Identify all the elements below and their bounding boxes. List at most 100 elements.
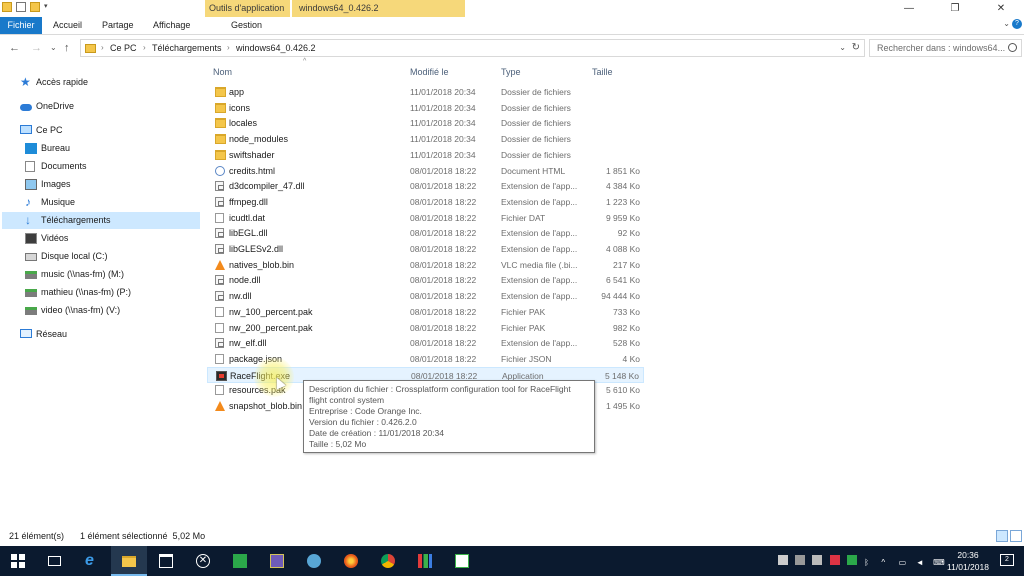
- file-row[interactable]: icudtl.dat 08/01/2018 18:22 Fichier DAT 9 9…: [207, 210, 644, 226]
- file-size: 5 148 Ko: [604, 370, 639, 381]
- volume-icon[interactable]: ◄: [916, 558, 926, 567]
- chevron-right-icon[interactable]: ›: [143, 40, 146, 56]
- file-row[interactable]: credits.html 08/01/2018 18:22 Document HTM…: [207, 163, 644, 179]
- file-row[interactable]: icons 11/01/2018 20:34 Dossier de fichiers: [207, 100, 644, 116]
- file-row[interactable]: libGLESv2.dll 08/01/2018 18:22 Extension d…: [207, 241, 644, 257]
- file-date: 08/01/2018 18:22: [410, 306, 477, 317]
- xbox-button[interactable]: ✕: [185, 546, 221, 576]
- file-row[interactable]: nw_elf.dll 08/01/2018 18:22 Extension de l…: [207, 335, 644, 351]
- firefox-button[interactable]: [333, 546, 369, 576]
- tab-partage[interactable]: Partage: [102, 17, 134, 34]
- maximize-button[interactable]: ❐: [932, 0, 978, 17]
- search-input[interactable]: Rechercher dans : windows64...: [869, 39, 1022, 57]
- column-header-size[interactable]: Taille: [592, 64, 613, 80]
- desktop-icon: [25, 143, 37, 154]
- tab-affichage[interactable]: Affichage: [153, 17, 190, 34]
- new-folder-icon[interactable]: [30, 2, 40, 12]
- tab-fichier[interactable]: Fichier: [0, 17, 42, 34]
- file-row[interactable]: nw.dll 08/01/2018 18:22 Extension de l'app…: [207, 288, 644, 304]
- vlc-icon: [215, 401, 225, 411]
- app-green-button[interactable]: [222, 546, 258, 576]
- app-tool-button[interactable]: [259, 546, 295, 576]
- close-button[interactable]: ✕: [978, 0, 1024, 17]
- tray-app-icon[interactable]: [812, 555, 823, 565]
- refresh-icon[interactable]: ↻: [852, 40, 860, 56]
- details-view-icon[interactable]: [996, 530, 1008, 542]
- file-row[interactable]: node.dll 08/01/2018 18:22 Extension de l'a…: [207, 272, 644, 288]
- clock[interactable]: 20:36 11/01/2018: [944, 549, 992, 573]
- file-row[interactable]: package.json 08/01/2018 18:22 Fichier JSON…: [207, 351, 644, 367]
- large-icons-view-icon[interactable]: [1010, 530, 1022, 542]
- store-button[interactable]: [148, 546, 184, 576]
- file-row[interactable]: d3dcompiler_47.dll 08/01/2018 18:22 Extens…: [207, 178, 644, 194]
- forward-arrow-icon[interactable]: →: [31, 38, 42, 58]
- keyboard-icon[interactable]: ⌨: [933, 558, 945, 567]
- file-row[interactable]: node_modules 11/01/2018 20:34 Dossier de f…: [207, 131, 644, 147]
- column-header-name[interactable]: Nom: [213, 64, 232, 80]
- tray-app-icon[interactable]: [778, 555, 788, 565]
- file-row[interactable]: ffmpeg.dll 08/01/2018 18:22 Extension de l…: [207, 194, 644, 210]
- app-globe-button[interactable]: [296, 546, 332, 576]
- nav-telechargements[interactable]: ↓ Téléchargements: [2, 212, 200, 229]
- file-explorer-button[interactable]: [111, 546, 147, 576]
- tab-accueil[interactable]: Accueil: [53, 17, 82, 34]
- recent-locations-icon[interactable]: ⌄: [50, 38, 57, 58]
- breadcrumb-telechargements[interactable]: Téléchargements: [152, 40, 222, 56]
- address-field[interactable]: › Ce PC › Téléchargements › windows64_0.…: [80, 39, 865, 57]
- app-chart-button[interactable]: [444, 546, 480, 576]
- file-row[interactable]: locales 11/01/2018 20:34 Dossier de fichie…: [207, 115, 644, 131]
- column-header-type[interactable]: Type: [501, 64, 521, 80]
- bluetooth-icon[interactable]: ᛒ: [864, 558, 874, 567]
- chevron-right-icon[interactable]: ›: [101, 40, 104, 56]
- file-size: 528 Ko: [613, 338, 640, 349]
- file-row[interactable]: libEGL.dll 08/01/2018 18:22 Extension de l…: [207, 225, 644, 241]
- file-name: nw_200_percent.pak: [229, 322, 313, 333]
- help-icon[interactable]: ?: [1012, 19, 1022, 29]
- edge-button[interactable]: e: [74, 546, 110, 576]
- xbox-icon: ✕: [196, 554, 210, 568]
- file-date: 08/01/2018 18:22: [410, 244, 477, 254]
- file-icon: [215, 212, 224, 223]
- nav-label: Téléchargements: [41, 215, 111, 225]
- breadcrumb-ce-pc[interactable]: Ce PC: [110, 40, 137, 56]
- network-icon[interactable]: ▭: [899, 558, 909, 567]
- column-header-modified[interactable]: Modifié le: [410, 64, 449, 80]
- tab-gestion[interactable]: Gestion: [231, 17, 262, 34]
- pictures-icon: [25, 179, 37, 190]
- file-row[interactable]: swiftshader 11/01/2018 20:34 Dossier de fi…: [207, 147, 644, 163]
- customize-toolbar-icon[interactable]: ▾: [44, 2, 52, 12]
- file-name: natives_blob.bin: [229, 259, 295, 270]
- chrome-button[interactable]: [370, 546, 406, 576]
- chevron-right-icon[interactable]: ›: [227, 40, 230, 56]
- expand-ribbon-icon[interactable]: ⌄: [1003, 19, 1010, 28]
- chevron-down-icon[interactable]: ⌄: [839, 40, 846, 56]
- back-arrow-icon[interactable]: ←: [9, 38, 20, 58]
- breadcrumb-current-folder[interactable]: windows64_0.426.2: [236, 40, 316, 56]
- file-row[interactable]: app 11/01/2018 20:34 Dossier de fichiers: [207, 84, 644, 100]
- notification-center-icon[interactable]: 2: [1000, 554, 1014, 566]
- tray-app-icon[interactable]: [846, 555, 857, 565]
- properties-icon[interactable]: [16, 2, 26, 12]
- nav-label: Bureau: [41, 143, 71, 153]
- context-tab-label[interactable]: Outils d'application: [205, 0, 290, 17]
- nav-label: Réseau: [36, 329, 68, 339]
- file-row[interactable]: nw_100_percent.pak 08/01/2018 18:22 Fichie…: [207, 304, 644, 320]
- start-button[interactable]: [0, 546, 36, 576]
- chevron-up-icon[interactable]: ^: [881, 558, 891, 567]
- tray-app-icon[interactable]: [795, 555, 806, 565]
- minimize-button[interactable]: —: [886, 0, 932, 17]
- dll-file-icon: [215, 338, 224, 349]
- file-row[interactable]: nw_200_percent.pak 08/01/2018 18:22 Fichie…: [207, 320, 644, 336]
- app-bars-button[interactable]: [407, 546, 443, 576]
- window-controls: — ❐ ✕: [886, 0, 1024, 17]
- file-explorer-icon: [122, 556, 136, 567]
- up-arrow-icon[interactable]: ↑: [64, 38, 70, 58]
- divider: [0, 34, 1024, 35]
- file-type: Extension de l'app...: [501, 196, 578, 207]
- task-view-button[interactable]: [37, 546, 73, 576]
- file-type: Extension de l'app...: [501, 338, 578, 349]
- folder-icon[interactable]: [2, 2, 12, 12]
- file-name: nw.dll: [229, 291, 252, 302]
- file-row[interactable]: natives_blob.bin 08/01/2018 18:22 VLC medi…: [207, 257, 644, 273]
- tray-app-icon[interactable]: [829, 555, 840, 565]
